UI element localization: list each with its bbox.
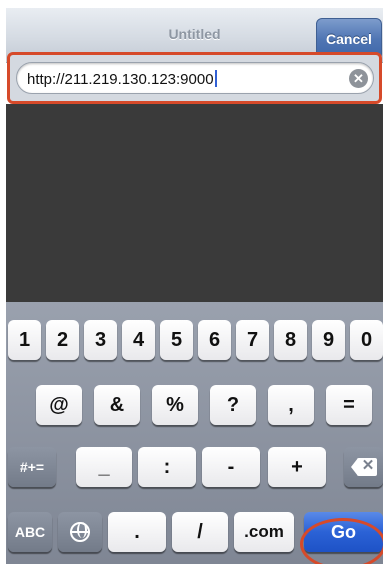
keyboard: 1 2 3 4 5 6 7 8 9 0 @ & % ? , = #+= _ : … (6, 302, 383, 564)
go-button[interactable]: Go (304, 512, 383, 552)
url-highlight-outline: http://211.219.130.123:9000 ✕ (7, 52, 382, 104)
delete-key[interactable]: ✕ (344, 447, 383, 487)
url-text: http://211.219.130.123:9000 (27, 70, 217, 88)
key-dotcom[interactable]: .com (234, 512, 294, 552)
key-equals[interactable]: = (326, 385, 372, 425)
browser-screen: Untitled Cancel http://211.219.130.123:9… (0, 0, 383, 564)
backspace-icon: ✕ (350, 457, 377, 476)
key-8[interactable]: 8 (274, 320, 307, 360)
key-slash[interactable]: / (172, 512, 228, 552)
key-at[interactable]: @ (36, 385, 82, 425)
key-1[interactable]: 1 (8, 320, 41, 360)
key-minus[interactable]: - (202, 447, 260, 487)
key-7[interactable]: 7 (236, 320, 269, 360)
globe-icon (70, 522, 90, 542)
key-plus[interactable]: + (268, 447, 326, 487)
symbols-toggle-key[interactable]: #+= (8, 447, 56, 487)
key-5[interactable]: 5 (160, 320, 193, 360)
key-4[interactable]: 4 (122, 320, 155, 360)
key-0[interactable]: 0 (350, 320, 383, 360)
key-2[interactable]: 2 (46, 320, 79, 360)
key-underscore[interactable]: _ (76, 447, 132, 487)
globe-key[interactable] (58, 512, 102, 552)
page-content-area (6, 104, 383, 302)
key-9[interactable]: 9 (312, 320, 345, 360)
key-question[interactable]: ? (210, 385, 256, 425)
key-3[interactable]: 3 (84, 320, 117, 360)
clear-icon[interactable]: ✕ (349, 69, 368, 88)
key-6[interactable]: 6 (198, 320, 231, 360)
key-colon[interactable]: : (138, 447, 196, 487)
key-percent[interactable]: % (152, 385, 198, 425)
key-ampersand[interactable]: & (94, 385, 140, 425)
text-caret (214, 70, 217, 87)
abc-key[interactable]: ABC (8, 512, 52, 552)
url-input[interactable]: http://211.219.130.123:9000 ✕ (16, 62, 374, 94)
key-dot[interactable]: . (108, 512, 166, 552)
key-comma[interactable]: , (268, 385, 314, 425)
